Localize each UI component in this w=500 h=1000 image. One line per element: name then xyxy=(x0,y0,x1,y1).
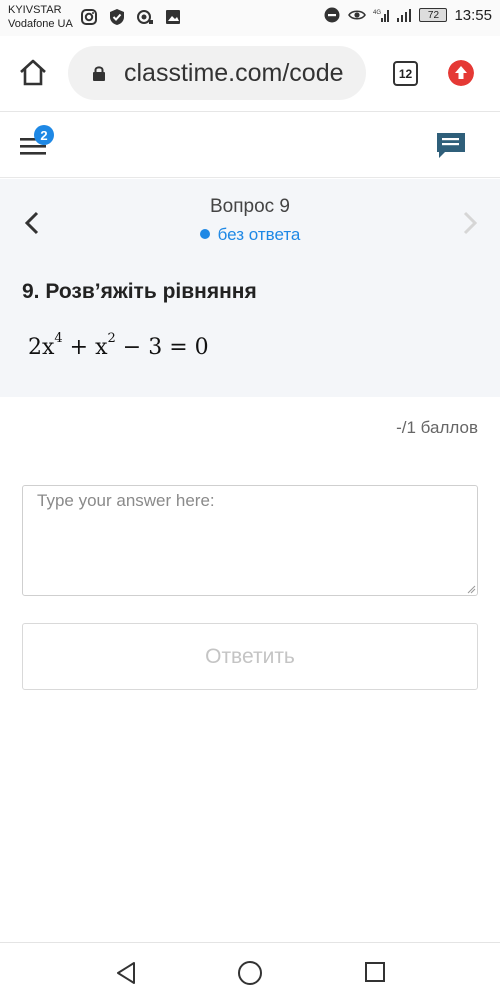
answer-status-text: без ответа xyxy=(217,225,301,244)
recent-apps-icon[interactable] xyxy=(364,961,386,983)
question-heading: 9. Розв’яжіть рівняння xyxy=(22,280,257,303)
equation-part: + x xyxy=(62,335,108,360)
tab-switcher-button[interactable]: 12 xyxy=(393,61,418,86)
instagram-icon xyxy=(81,9,97,25)
signal-icon xyxy=(397,9,412,22)
lock-icon xyxy=(93,66,105,81)
question-equation: 2x4 + x2 − 3 = 0 xyxy=(28,331,209,360)
equation-part: − 3 = 0 xyxy=(115,335,209,360)
back-icon[interactable] xyxy=(114,961,138,985)
carrier-1: KYIVSTAR xyxy=(8,4,62,16)
image-icon xyxy=(166,10,180,24)
signal-icon: 4G xyxy=(373,10,390,22)
home-icon[interactable] xyxy=(18,58,48,88)
home-circle-icon[interactable] xyxy=(237,960,263,986)
points-label: -/1 баллов xyxy=(396,418,478,437)
system-nav-bar xyxy=(0,942,500,1000)
do-not-disturb-icon xyxy=(324,7,340,23)
answer-input[interactable] xyxy=(22,485,478,596)
carrier-names: KYIVSTAR Vodafone UA xyxy=(8,3,73,31)
status-right: 4G 72 13:55 xyxy=(323,6,492,24)
browser-toolbar: classtime.com/code 12 xyxy=(0,36,500,112)
shield-check-icon xyxy=(110,9,124,25)
svg-text:4G: 4G xyxy=(373,10,381,16)
chevron-right-icon[interactable] xyxy=(460,209,480,237)
app-header: 2 xyxy=(0,112,500,178)
url-text: classtime.com/code xyxy=(124,59,344,87)
question-number-title: Вопрос 9 xyxy=(209,196,290,217)
update-icon[interactable] xyxy=(448,60,474,86)
notification-icons xyxy=(80,8,182,26)
submit-button[interactable]: Ответить xyxy=(22,623,478,690)
equation-exponent: 4 xyxy=(54,331,63,346)
notification-badge: 2 xyxy=(34,125,54,145)
equation-exponent: 2 xyxy=(107,331,116,346)
eye-icon xyxy=(348,10,367,20)
equation-part: 2x xyxy=(28,335,55,360)
battery-icon: 72 xyxy=(419,8,448,22)
address-bar[interactable]: classtime.com/code xyxy=(68,46,366,100)
answer-status: без ответа xyxy=(0,225,500,245)
camera-icon xyxy=(137,10,153,24)
resize-handle-icon[interactable] xyxy=(466,584,476,594)
clock: 13:55 xyxy=(454,6,492,24)
chat-icon[interactable] xyxy=(436,132,466,160)
carrier-2: Vodafone UA xyxy=(8,18,73,30)
question-panel: Вопрос 9 без ответа 9. Розв’яжіть рівнян… xyxy=(0,179,500,397)
status-dot xyxy=(199,229,210,239)
status-bar: KYIVSTAR Vodafone UA 4G 72 13:55 xyxy=(0,0,500,36)
